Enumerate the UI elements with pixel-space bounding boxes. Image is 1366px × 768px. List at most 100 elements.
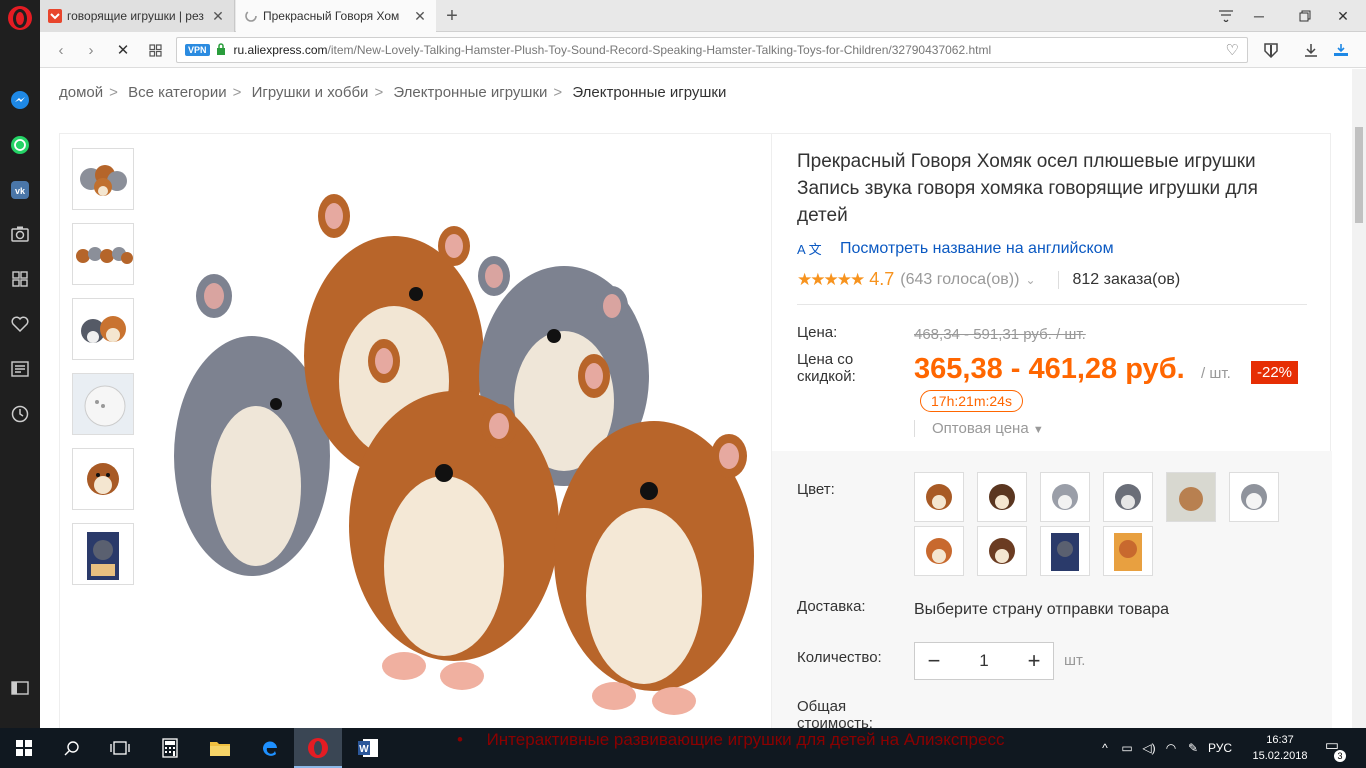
flow-download-icon[interactable]: [1330, 39, 1352, 61]
sidebar-toggle-icon[interactable]: [8, 676, 32, 700]
tab-product[interactable]: Прекрасный Говоря Хом ✕: [236, 0, 436, 32]
thumbnail-3[interactable]: [72, 298, 134, 360]
thumbnail-list: [72, 148, 134, 598]
thumbnail-6[interactable]: [72, 523, 134, 585]
search-favicon-icon: [48, 9, 62, 23]
discount-price-label: Цена со скидкой:: [797, 351, 856, 385]
volume-icon[interactable]: ◁): [1138, 741, 1160, 755]
tabs-grid-icon[interactable]: [144, 39, 166, 61]
wholesale-price-toggle[interactable]: Оптовая цена ▼: [914, 420, 1044, 437]
thumbnail-2[interactable]: [72, 223, 134, 285]
forward-button[interactable]: ›: [80, 39, 102, 61]
color-option-boxed[interactable]: [1166, 472, 1216, 522]
search-icon[interactable]: [48, 728, 96, 768]
address-bar[interactable]: VPN ru.aliexpress.com/item/New-Lovely-Ta…: [176, 37, 1248, 63]
opera-sidebar: vk: [0, 0, 40, 728]
bookmark-heart-icon[interactable]: ♡: [1226, 41, 1239, 59]
product-info: Прекрасный Говоря Хомяк осел плюшевые иг…: [771, 134, 1332, 728]
wholesale-label: Оптовая цена: [932, 420, 1029, 437]
tab-title: говорящие игрушки | рез: [67, 9, 204, 23]
url-text[interactable]: ru.aliexpress.com/item/New-Lovely-Talkin…: [234, 43, 992, 57]
clock-time: 16:37: [1266, 734, 1294, 746]
thumbnail-1[interactable]: [72, 148, 134, 210]
color-option-gray[interactable]: [1103, 472, 1153, 522]
color-option-gray-light[interactable]: [1040, 472, 1090, 522]
input-indicator-icon[interactable]: ✎: [1182, 741, 1204, 755]
quantity-decrease-button[interactable]: −: [925, 648, 943, 674]
color-label: Цвет:: [797, 481, 835, 498]
votes-count[interactable]: (643 голоса(ов)): [900, 271, 1019, 289]
rating-value: 4.7: [869, 269, 895, 289]
breadcrumb-separator: >: [553, 84, 563, 101]
thumbnail-5[interactable]: [72, 448, 134, 510]
tab-search-results[interactable]: говорящие игрушки | рез ✕: [40, 0, 235, 32]
page-scrollbar[interactable]: [1352, 69, 1366, 728]
color-swatches: [914, 472, 1294, 580]
svg-text:vk: vk: [15, 186, 26, 196]
breadcrumb-home[interactable]: домой: [59, 84, 103, 101]
tab-close-icon[interactable]: ✕: [210, 8, 226, 25]
quantity-increase-button[interactable]: +: [1025, 648, 1043, 674]
close-window-button[interactable]: ✕: [1320, 0, 1366, 32]
discount-price: 365,38 - 461,28 руб.: [914, 353, 1185, 385]
quantity-input[interactable]: 1: [979, 651, 988, 671]
heart-icon[interactable]: [8, 312, 32, 336]
shipping-country-select[interactable]: Выберите страну отправки товара: [914, 601, 1169, 619]
wifi-icon[interactable]: ◠: [1160, 741, 1182, 755]
download-icon[interactable]: [1300, 39, 1322, 61]
color-option-boxed-orange[interactable]: [1103, 526, 1153, 576]
file-explorer-icon[interactable]: [196, 728, 244, 768]
color-option-orange[interactable]: [914, 526, 964, 576]
breadcrumb-separator: >: [109, 84, 118, 101]
color-option-gray-white[interactable]: [1229, 472, 1279, 522]
translate-link[interactable]: A 文 Посмотреть название на английском: [797, 239, 1114, 258]
color-option-chocolate[interactable]: [977, 526, 1027, 576]
history-icon[interactable]: [8, 402, 32, 426]
breadcrumb-toys-hobbies[interactable]: Игрушки и хобби: [252, 84, 369, 101]
action-center-icon[interactable]: ▭ 3: [1320, 736, 1346, 762]
edge-icon[interactable]: [246, 728, 294, 768]
stop-button[interactable]: ✕: [112, 39, 134, 61]
rating-row: ★★★★★ 4.7 (643 голоса(ов)) ⌄ 812 заказа(…: [797, 269, 1180, 290]
news-icon[interactable]: [8, 357, 32, 381]
tab-title: Прекрасный Говоря Хом: [263, 9, 400, 23]
back-button[interactable]: ‹: [50, 39, 72, 61]
scrollbar-thumb[interactable]: [1355, 127, 1363, 223]
background-bullet-text: • Интерактивные развивающие игрушки для …: [457, 730, 1005, 749]
breadcrumb-current: Электронные игрушки: [572, 84, 727, 101]
new-tab-button[interactable]: +: [440, 4, 464, 28]
color-option-brown[interactable]: [914, 472, 964, 522]
main-product-image[interactable]: [144, 136, 764, 728]
system-clock[interactable]: 16:37 15.02.2018: [1252, 732, 1308, 764]
breadcrumb-separator: >: [374, 84, 384, 101]
word-icon[interactable]: W: [344, 728, 392, 768]
start-button[interactable]: [0, 728, 48, 768]
messenger-icon[interactable]: [8, 88, 32, 112]
chevron-down-icon[interactable]: ⌄: [1025, 273, 1035, 287]
color-option-penguin[interactable]: [1040, 526, 1090, 576]
product-title: Прекрасный Говоря Хомяк осел плюшевые иг…: [797, 151, 1258, 226]
opera-logo-icon[interactable]: [8, 6, 32, 30]
battery-icon[interactable]: ▭: [1116, 741, 1138, 755]
tab-close-icon[interactable]: ✕: [412, 8, 428, 25]
thumbnail-4[interactable]: [72, 373, 134, 435]
task-view-icon[interactable]: [96, 728, 144, 768]
countdown-timer: 17h:21m:24s: [920, 390, 1023, 412]
vpn-badge[interactable]: VPN: [185, 44, 210, 56]
breadcrumb-separator: >: [232, 84, 242, 101]
breadcrumb-all-categories[interactable]: Все категории: [128, 84, 227, 101]
tray-expand-icon[interactable]: ^: [1094, 741, 1116, 755]
vk-icon[interactable]: vk: [8, 178, 32, 202]
opera-taskbar-icon[interactable]: [294, 728, 342, 768]
speed-dial-icon[interactable]: [8, 267, 32, 291]
whatsapp-icon[interactable]: [8, 133, 32, 157]
svg-text:W: W: [359, 744, 369, 755]
calculator-icon[interactable]: [146, 728, 194, 768]
lock-icon[interactable]: [216, 42, 226, 58]
minimize-button[interactable]: ─: [1236, 0, 1282, 32]
adblock-shield-icon[interactable]: [1260, 39, 1282, 61]
color-option-dark-brown[interactable]: [977, 472, 1027, 522]
breadcrumb-electronic-toys[interactable]: Электронные игрушки: [393, 84, 547, 101]
language-indicator[interactable]: РУС: [1204, 741, 1236, 755]
camera-icon[interactable]: [8, 222, 32, 246]
